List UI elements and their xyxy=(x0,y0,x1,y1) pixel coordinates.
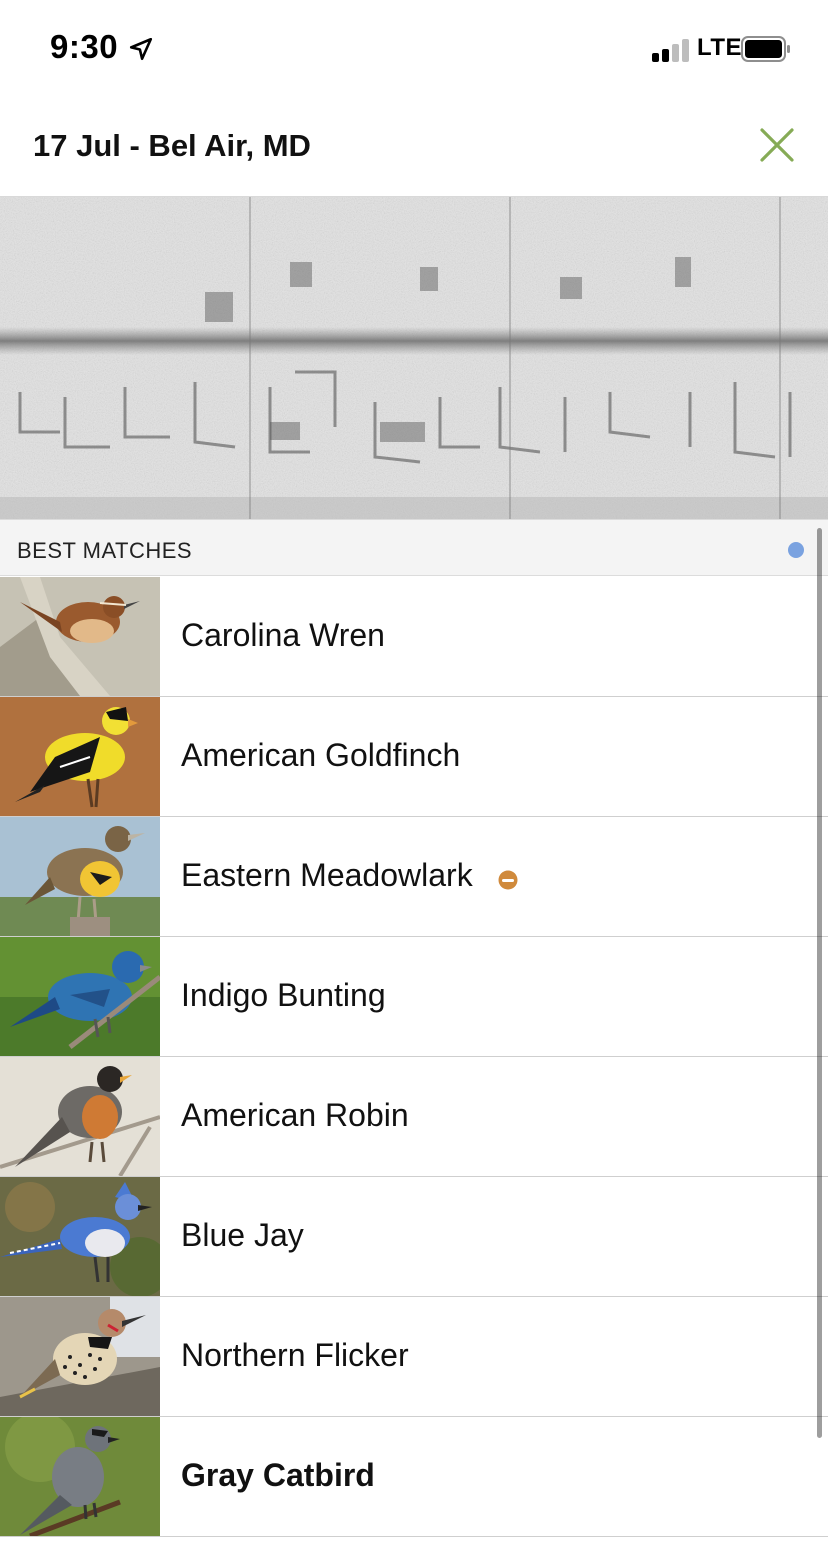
status-bar: 9:30 LTE xyxy=(0,0,828,96)
list-item[interactable]: Gray Catbird xyxy=(0,1417,828,1537)
list-item[interactable]: Eastern Meadowlark xyxy=(0,817,828,937)
list-item[interactable]: American Robin xyxy=(0,1057,828,1177)
bird-name: Northern Flicker xyxy=(181,1337,409,1373)
rare-species-icon xyxy=(498,870,518,890)
bird-thumbnail xyxy=(0,817,160,936)
bird-thumbnail xyxy=(0,1297,160,1416)
network-type: LTE xyxy=(697,34,743,61)
spectrogram[interactable] xyxy=(0,197,828,519)
cellular-signal-icon xyxy=(652,38,692,62)
recording-header: 17 Jul - Bel Air, MD xyxy=(0,96,828,197)
battery-icon xyxy=(741,36,790,62)
location-arrow-icon xyxy=(129,37,153,61)
bird-thumbnail xyxy=(0,697,160,816)
list-item[interactable]: Northern Flicker xyxy=(0,1297,828,1417)
best-matches-header: BEST MATCHES xyxy=(0,519,828,576)
list-item[interactable]: American Goldfinch xyxy=(0,697,828,817)
list-item[interactable]: Carolina Wren xyxy=(0,577,828,697)
bird-name: Carolina Wren xyxy=(181,617,385,653)
bird-thumbnail xyxy=(0,577,160,696)
bird-name: Blue Jay xyxy=(181,1217,304,1253)
bird-name: Gray Catbird xyxy=(181,1457,375,1493)
list-item[interactable]: Blue Jay xyxy=(0,1177,828,1297)
bird-name: American Robin xyxy=(181,1097,409,1133)
phone-screen: 9:30 LTE 17 Jul - Bel Air, MD BEST MATCH… xyxy=(0,0,828,1554)
list-item[interactable]: Indigo Bunting xyxy=(0,937,828,1057)
status-time: 9:30 xyxy=(50,28,119,65)
scrollbar[interactable] xyxy=(817,528,822,1438)
bird-name: Indigo Bunting xyxy=(181,977,386,1013)
bird-thumbnail xyxy=(0,937,160,1056)
bird-name: American Goldfinch xyxy=(181,737,461,773)
bird-thumbnail xyxy=(0,1057,160,1176)
spectrogram-image xyxy=(0,197,828,519)
best-matches-title: BEST MATCHES xyxy=(17,538,193,563)
bird-thumbnail xyxy=(0,1177,160,1296)
bird-name: Eastern Meadowlark xyxy=(181,857,473,893)
status-indicator-dot xyxy=(788,542,804,558)
bird-thumbnail xyxy=(0,1417,160,1536)
close-x-icon xyxy=(760,128,794,162)
close-button[interactable] xyxy=(752,120,802,170)
recording-title: 17 Jul - Bel Air, MD xyxy=(33,128,311,163)
match-list[interactable]: Carolina Wren American Goldfinch Eastern… xyxy=(0,577,828,1554)
